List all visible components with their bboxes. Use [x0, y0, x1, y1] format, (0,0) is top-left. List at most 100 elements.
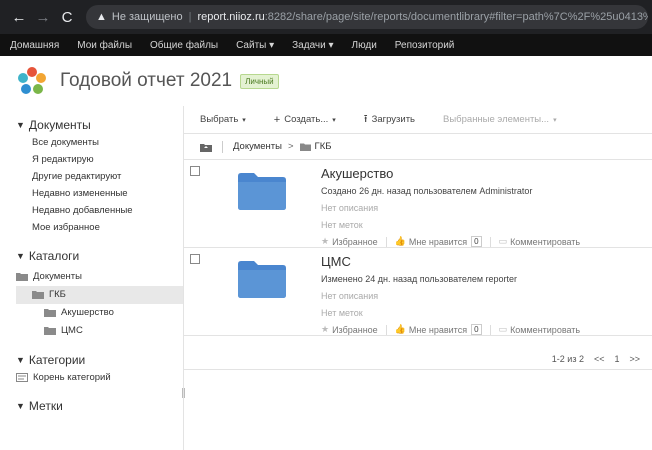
tree-item-cms[interactable]: ЦМС: [44, 325, 83, 336]
url-host: report.niioz.ru: [197, 11, 265, 23]
pagination-range: 1-2 из 2: [551, 353, 584, 364]
create-button[interactable]: + Создать... ▾: [274, 114, 336, 126]
like-count: 0: [471, 236, 482, 247]
comment-action[interactable]: ▭ Комментировать: [499, 324, 581, 335]
folder-icon: [44, 327, 56, 335]
favorite-label: Избранное: [332, 236, 378, 247]
like-action[interactable]: 👍 Мне нравится 0: [395, 236, 482, 247]
comment-icon: ▭: [498, 236, 508, 246]
create-label: Создать...: [284, 114, 329, 125]
tree-item-documents[interactable]: Документы: [16, 271, 82, 282]
nav-people[interactable]: Люди: [352, 40, 377, 51]
nav-repository[interactable]: Репозиторий: [395, 40, 455, 51]
pagination-last[interactable]: >>: [629, 354, 640, 364]
tree-item-categories-root[interactable]: Корень категорий: [16, 372, 111, 383]
sidebar-catalogs-header[interactable]: ▼ Каталоги: [16, 249, 79, 263]
site-header: Годовой отчет 2021 Личный: [0, 56, 652, 106]
sidebar-link-i-edit[interactable]: Я редактирую: [32, 154, 94, 165]
like-label: Мне нравится: [408, 236, 468, 247]
site-visibility-badge: Личный: [240, 73, 279, 89]
tree-item-obstetrics[interactable]: Акушерство: [44, 307, 114, 318]
breadcrumb-current: ГКБ: [314, 141, 332, 152]
tree-item-label: Документы: [33, 271, 82, 282]
folder-icon: [44, 309, 56, 317]
doc-actions: ★ Избранное 👍 Мне нравится 0 ▭ Комментир…: [321, 236, 580, 247]
row-select-checkbox[interactable]: [190, 254, 200, 264]
action-divider: [489, 236, 491, 247]
breadcrumb: Документы > ГКБ: [184, 134, 652, 160]
doc-description: Нет описания: [321, 203, 379, 213]
sidebar-link-all-documents[interactable]: Все документы: [32, 137, 99, 148]
tree-item-label: ЦМС: [61, 325, 83, 336]
pagination: 1-2 из 2 << 1 >>: [184, 348, 652, 370]
sidebar-tags-header[interactable]: ▼ Метки: [16, 399, 63, 413]
nav-tasks[interactable]: Задачи ▾: [292, 40, 333, 51]
favorite-label: Избранное: [332, 324, 378, 335]
pagination-first[interactable]: <<: [594, 354, 605, 364]
sidebar-link-others-edit[interactable]: Другие редактируют: [32, 171, 121, 182]
comment-action[interactable]: ▭ Комментировать: [499, 236, 581, 247]
pagination-page-1[interactable]: 1: [614, 354, 619, 364]
folder-icon[interactable]: [238, 172, 286, 210]
action-divider: [489, 324, 491, 335]
sidebar-section-label: Метки: [28, 399, 63, 413]
thumbs-up-icon: 👍: [394, 324, 406, 334]
sidebar-resize-handle[interactable]: [182, 388, 185, 398]
nav-home[interactable]: Домашняя: [10, 40, 59, 51]
insecure-label: Не защищено: [111, 11, 183, 23]
category-icon: [16, 373, 28, 382]
select-button[interactable]: Выбрать ▾: [200, 114, 246, 125]
chevron-down-icon: ▾: [553, 116, 557, 124]
row-select-checkbox[interactable]: [190, 166, 200, 176]
doc-meta: Создано 26 дн. назад пользователем Admin…: [321, 186, 533, 196]
app-nav: Домашняя Мои файлы Общие файлы Сайты ▾ З…: [0, 34, 652, 56]
doc-tags: Нет меток: [321, 220, 363, 230]
comment-icon: ▭: [498, 324, 508, 334]
sidebar-link-my-favorites[interactable]: Мое избранное: [32, 222, 100, 233]
sidebar-link-recently-modified[interactable]: Недавно измененные: [32, 188, 128, 199]
selected-items-button[interactable]: Выбранные элементы... ▾: [443, 114, 557, 125]
chevron-down-icon: ▾: [242, 116, 246, 124]
doc-name-link[interactable]: Акушерство: [321, 166, 393, 181]
nav-sites[interactable]: Сайты ▾: [236, 40, 274, 51]
action-divider: [385, 324, 387, 335]
folder-icon[interactable]: [238, 260, 286, 298]
folder-icon: [32, 291, 44, 299]
sidebar-link-recently-added[interactable]: Недавно добавленные: [32, 205, 133, 216]
star-icon: ★: [321, 236, 330, 246]
sidebar-categories-header[interactable]: ▼ Категории: [16, 353, 85, 367]
like-label: Мне нравится: [408, 324, 468, 335]
comment-label: Комментировать: [510, 236, 581, 247]
breadcrumb-root[interactable]: Документы: [233, 141, 282, 152]
folder-up-icon[interactable]: [200, 142, 212, 152]
collapse-triangle-icon: ▼: [16, 401, 25, 411]
forward-button[interactable]: →: [32, 9, 54, 26]
star-icon: ★: [321, 324, 330, 334]
doc-name-link[interactable]: ЦМС: [321, 254, 351, 269]
collapse-triangle-icon: ▼: [16, 120, 25, 130]
favorite-action[interactable]: ★ Избранное: [321, 324, 378, 335]
back-button[interactable]: ←: [8, 9, 30, 26]
tree-item-gkb[interactable]: ГКБ: [32, 289, 66, 300]
select-label: Выбрать: [200, 114, 239, 125]
favorite-action[interactable]: ★ Избранное: [321, 236, 378, 247]
collapse-triangle-icon: ▼: [16, 251, 25, 261]
doclib-toolbar: Выбрать ▾ + Создать... ▾ ⭱ Загрузить Выб…: [184, 106, 652, 134]
doc-meta: Изменено 24 дн. назад пользователем repo…: [321, 274, 518, 284]
nav-shared-files[interactable]: Общие файлы: [150, 40, 218, 51]
sidebar-documents-header[interactable]: ▼ Документы: [16, 118, 91, 132]
browser-toolbar: ← → C ▲ Не защищено | report.niioz.ru :8…: [0, 0, 652, 34]
nav-my-files[interactable]: Мои файлы: [77, 40, 132, 51]
address-bar[interactable]: ▲ Не защищено | report.niioz.ru :8282/sh…: [86, 5, 648, 29]
tree-item-label: ГКБ: [49, 289, 66, 300]
url-separator: |: [188, 11, 192, 23]
reload-button[interactable]: C: [56, 9, 78, 26]
doc-tags: Нет меток: [321, 308, 363, 318]
upload-icon: ⭱: [363, 113, 368, 125]
plus-icon: +: [273, 113, 281, 126]
doc-description: Нет описания: [321, 291, 379, 301]
warning-icon: ▲: [96, 11, 107, 23]
like-action[interactable]: 👍 Мне нравится 0: [395, 324, 482, 335]
upload-button[interactable]: ⭱ Загрузить: [364, 110, 415, 129]
tree-item-label: Корень категорий: [33, 372, 111, 383]
